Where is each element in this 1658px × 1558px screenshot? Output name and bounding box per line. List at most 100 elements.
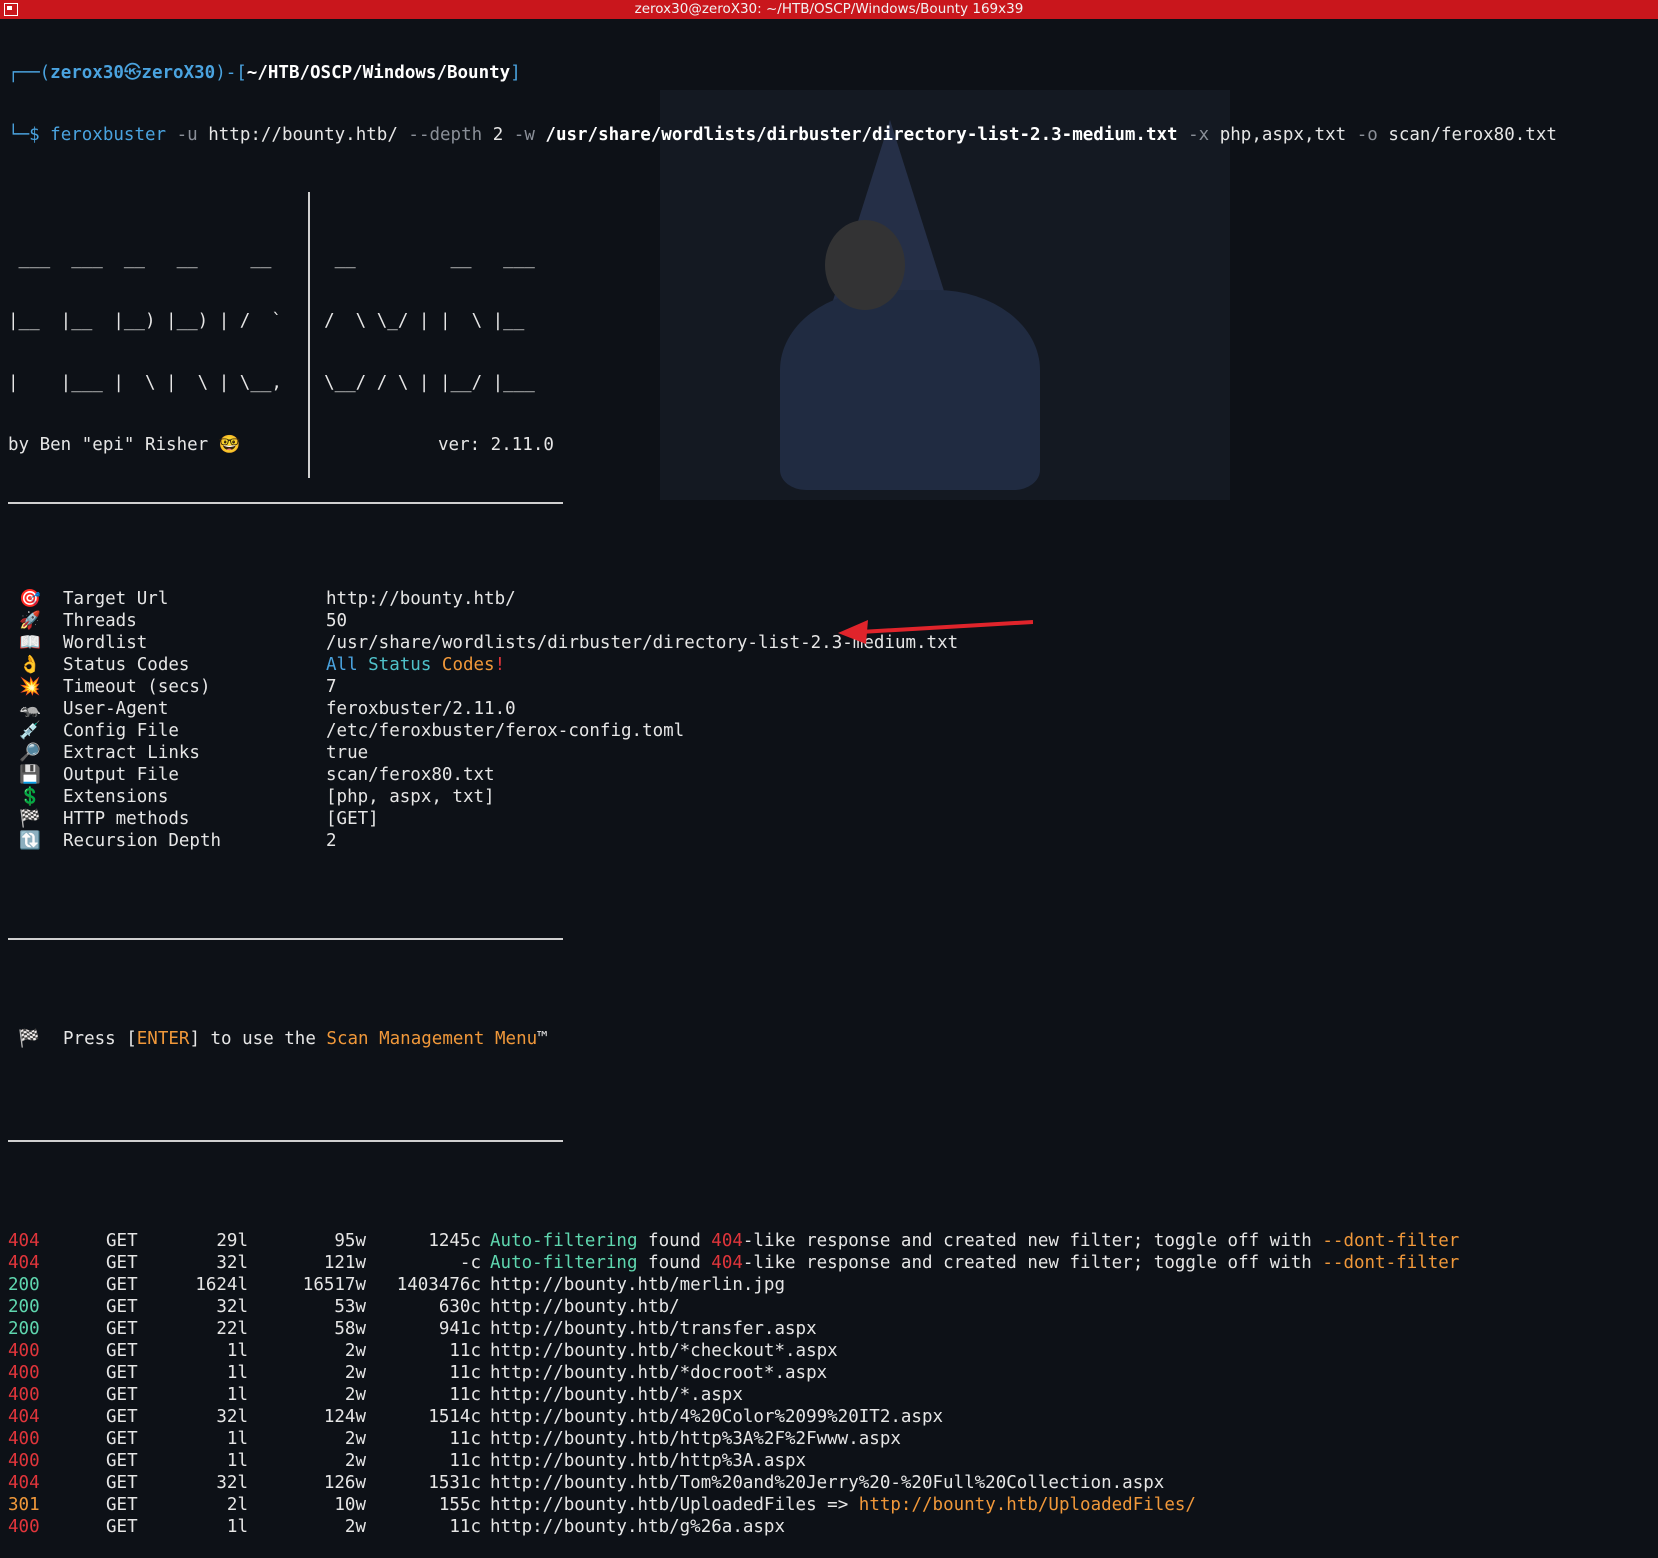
result-row: 404 GET 32l 121w -c Auto-filtering found 404-… xyxy=(8,1252,1658,1274)
window-title: zerox30@zeroX30: ~/HTB/OSCP/Windows/Boun… xyxy=(634,1,1024,17)
config-key: Wordlist xyxy=(63,633,148,653)
status-code: 400 xyxy=(8,1363,40,1383)
config-value: scan/ferox80.txt xyxy=(326,765,495,785)
char-count: 11c xyxy=(449,1517,481,1537)
result-row: 200 GET 32l 53w 630c http://bounty.htb/ xyxy=(8,1296,1658,1318)
word-count: 10w xyxy=(334,1495,366,1515)
result-row: 200 GET 1624l 16517w 1403476c http://bounty.h… xyxy=(8,1274,1658,1296)
line-count: 1l xyxy=(226,1451,248,1471)
terminal-output[interactable]: ┌──(zerox30㉿zeroX30)-[~/HTB/OSCP/Windows… xyxy=(8,22,1658,1558)
results-list: 404 GET 29l 95w 1245c Auto-filtering found 40… xyxy=(8,1230,1658,1538)
config-icon: 🔎 xyxy=(19,743,41,763)
config-icon: 📖 xyxy=(19,633,41,653)
terminal-window-icon[interactable] xyxy=(4,3,18,16)
result-row: 200 GET 22l 58w 941c http://bounty.htb/transf… xyxy=(8,1318,1658,1340)
char-count: 11c xyxy=(449,1363,481,1383)
status-code: 200 xyxy=(8,1297,40,1317)
char-count: 1403476c xyxy=(396,1275,481,1295)
flag-icon: 🏁 xyxy=(18,1029,40,1049)
char-count: 630c xyxy=(438,1297,481,1317)
char-count: 1245c xyxy=(428,1231,481,1251)
char-count: 941c xyxy=(438,1319,481,1339)
char-count: 155c xyxy=(438,1495,481,1515)
config-row: 💲 Extensions [php, aspx, txt] xyxy=(8,786,1658,808)
status-code: 404 xyxy=(8,1473,40,1493)
word-count: 16517w xyxy=(302,1275,366,1295)
http-method: GET xyxy=(106,1297,138,1317)
line-count: 22l xyxy=(216,1319,248,1339)
word-count: 2w xyxy=(344,1429,366,1449)
config-row: 🔃 Recursion Depth 2 xyxy=(8,830,1658,852)
config-row: 🦡 User-Agent feroxbuster/2.11.0 xyxy=(8,698,1658,720)
red-arrow-annotation xyxy=(838,620,1033,644)
config-table: 🎯 Target Url http://bounty.htb/ 🚀 Threads 50 📖… xyxy=(8,588,1658,852)
result-row: 404 GET 32l 126w 1531c http://bounty.htb/Tom%… xyxy=(8,1472,1658,1494)
word-count: 53w xyxy=(334,1297,366,1317)
result-url[interactable]: http://bounty.htb/*docroot*.aspx xyxy=(490,1362,827,1384)
result-url[interactable]: http://bounty.htb/transfer.aspx xyxy=(490,1318,817,1340)
result-url[interactable]: http://bounty.htb/UploadedFiles => http:… xyxy=(490,1494,1196,1516)
http-method: GET xyxy=(106,1451,138,1471)
config-icon: 🏁 xyxy=(19,809,41,829)
status-code: 200 xyxy=(8,1275,40,1295)
line-count: 1l xyxy=(226,1429,248,1449)
char-count: -c xyxy=(459,1253,481,1273)
word-count: 126w xyxy=(323,1473,366,1493)
char-count: 11c xyxy=(449,1341,481,1361)
line-count: 32l xyxy=(216,1253,248,1273)
status-code: 404 xyxy=(8,1231,40,1251)
http-method: GET xyxy=(106,1517,138,1537)
http-method: GET xyxy=(106,1495,138,1515)
http-method: GET xyxy=(106,1363,138,1383)
config-icon: 🦡 xyxy=(19,699,41,719)
separator xyxy=(8,936,563,940)
banner-byline-row: by Ben "epi" Risher 🤓 ver: 2.11.0 xyxy=(8,434,1658,456)
config-value: http://bounty.htb/ xyxy=(326,589,516,609)
config-value: feroxbuster/2.11.0 xyxy=(326,699,516,719)
line-count: 1l xyxy=(226,1341,248,1361)
window-titlebar: zerox30@zeroX30: ~/HTB/OSCP/Windows/Boun… xyxy=(0,0,1658,19)
line-count: 32l xyxy=(216,1473,248,1493)
config-value: [php, aspx, txt] xyxy=(326,787,495,807)
result-row: 400 GET 1l 2w 11c http://bounty.htb/g%26a.asp… xyxy=(8,1516,1658,1538)
status-code: 400 xyxy=(8,1429,40,1449)
result-url[interactable]: http://bounty.htb/http%3A%2F%2Fwww.aspx xyxy=(490,1428,901,1450)
status-code: 400 xyxy=(8,1451,40,1471)
http-method: GET xyxy=(106,1429,138,1449)
word-count: 2w xyxy=(344,1385,366,1405)
http-method: GET xyxy=(106,1319,138,1339)
config-divider xyxy=(308,192,310,478)
word-count: 2w xyxy=(344,1341,366,1361)
result-url[interactable]: http://bounty.htb/ xyxy=(490,1296,680,1318)
result-url[interactable]: http://bounty.htb/g%26a.aspx xyxy=(490,1516,785,1538)
result-url[interactable]: http://bounty.htb/Tom%20and%20Jerry%20-%… xyxy=(490,1472,1164,1494)
config-row: 🎯 Target Url http://bounty.htb/ xyxy=(8,588,1658,610)
word-count: 58w xyxy=(334,1319,366,1339)
result-url[interactable]: http://bounty.htb/4%20Color%2099%20IT2.a… xyxy=(490,1406,943,1428)
config-key: Extract Links xyxy=(63,743,200,763)
result-url[interactable]: http://bounty.htb/*checkout*.aspx xyxy=(490,1340,838,1362)
status-code: 400 xyxy=(8,1341,40,1361)
line-count: 1l xyxy=(226,1363,248,1383)
http-method: GET xyxy=(106,1473,138,1493)
char-count: 11c xyxy=(449,1385,481,1405)
result-url[interactable]: http://bounty.htb/merlin.jpg xyxy=(490,1274,785,1296)
result-row: 301 GET 2l 10w 155c http://bounty.htb/Uploade… xyxy=(8,1494,1658,1516)
http-method: GET xyxy=(106,1275,138,1295)
config-key: Output File xyxy=(63,765,179,785)
char-count: 1514c xyxy=(428,1407,481,1427)
config-value: [GET] xyxy=(326,809,379,829)
result-url[interactable]: http://bounty.htb/*.aspx xyxy=(490,1384,743,1406)
config-icon: 💥 xyxy=(19,677,41,697)
result-row: 400 GET 1l 2w 11c http://bounty.htb/*docroot*… xyxy=(8,1362,1658,1384)
status-code: 301 xyxy=(8,1495,40,1515)
result-message: Auto-filtering found 404-like response a… xyxy=(490,1231,1460,1251)
result-url[interactable]: http://bounty.htb/http%3A.aspx xyxy=(490,1450,806,1472)
config-key: HTTP methods xyxy=(63,809,190,829)
command-line: └─$ feroxbuster -u http://bounty.htb/ --… xyxy=(8,125,1557,145)
config-key: Timeout (secs) xyxy=(63,677,211,697)
line-count: 29l xyxy=(216,1231,248,1251)
config-value: 2 xyxy=(326,831,337,851)
config-row: 💉 Config File/etc/feroxbuster/ferox-confi… xyxy=(8,720,1658,742)
config-value: 50 xyxy=(326,611,348,631)
